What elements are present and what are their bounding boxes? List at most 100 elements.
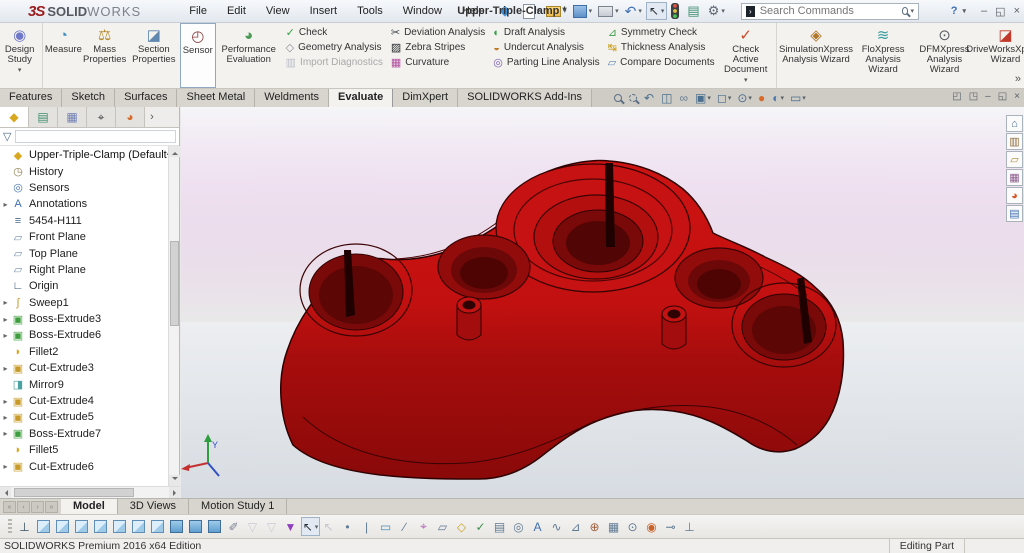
view-right-icon[interactable]: [92, 517, 111, 536]
tree-item-cut-extrude3[interactable]: ▸ ▣ Cut-Extrude3: [0, 360, 168, 376]
filter-faces-icon[interactable]: ▭: [377, 517, 396, 536]
save-icon[interactable]: ▾: [571, 4, 595, 19]
deviation-analysis-button[interactable]: ✂ Deviation Analysis: [391, 27, 485, 39]
tree-item-boss-extrude7[interactable]: ▸ ▣ Boss-Extrude7: [0, 426, 168, 442]
display-style-icon[interactable]: ◻ ▾: [717, 91, 731, 105]
rebuild-icon[interactable]: [669, 2, 683, 20]
view-trimetric-icon[interactable]: [187, 517, 206, 536]
expand-arrow-icon[interactable]: ▸: [0, 200, 11, 209]
motion-study-1-tab[interactable]: Motion Study 1: [189, 499, 288, 514]
tree-item-front-plane[interactable]: ▱ Front Plane: [0, 229, 168, 245]
update-standard-views-icon[interactable]: ⊥: [16, 517, 35, 536]
menu-insert[interactable]: Insert: [300, 2, 348, 20]
tree-vertical-scrollbar[interactable]: [168, 146, 180, 486]
thickness-analysis-button[interactable]: ↹ Thickness Analysis: [608, 42, 715, 54]
open-document-icon[interactable]: ▾: [544, 5, 569, 18]
last-tab-icon[interactable]: »: [45, 500, 58, 513]
tree-item-sweep1[interactable]: ▸ ∫ Sweep1: [0, 295, 168, 311]
compare-documents-button[interactable]: ▱ Compare Documents: [608, 57, 715, 69]
expand-arrow-icon[interactable]: ▸: [0, 429, 11, 438]
filter-blocks-icon[interactable]: ▦: [605, 517, 624, 536]
view-normal-to-icon[interactable]: [149, 517, 168, 536]
ribbon-overflow-button[interactable]: »: [1015, 73, 1021, 85]
expand-arrow-icon[interactable]: ▸: [0, 413, 11, 422]
tree-item-cut-extrude6[interactable]: ▸ ▣ Cut-Extrude6: [0, 458, 168, 474]
view-isometric-icon[interactable]: [168, 517, 187, 536]
view-orientation-icon[interactable]: ▣ ▾: [695, 91, 711, 105]
zebra-stripes-button[interactable]: ▨ Zebra Stripes: [391, 42, 485, 54]
minimize-button[interactable]: –: [981, 5, 987, 18]
tree-item-annotations[interactable]: ▸ A Annotations: [0, 196, 168, 212]
scroll-left-icon[interactable]: [0, 487, 11, 498]
doc-pane-left-icon[interactable]: ◰: [952, 91, 961, 102]
filter-coordinate-systems-icon[interactable]: ⊥: [681, 517, 700, 536]
configurationmanager-tab[interactable]: ▦: [58, 107, 87, 127]
tab-evaluate[interactable]: Evaluate: [329, 89, 394, 107]
simulationxpress-wizard-button[interactable]: ◈ SimulationXpress Analysis Wizard: [779, 23, 854, 88]
custom-properties-icon[interactable]: ▤: [1006, 205, 1023, 222]
panel-tabs-overflow-button[interactable]: ›: [145, 107, 159, 127]
3d-views-tab[interactable]: 3D Views: [118, 499, 190, 514]
design-study-button[interactable]: ◉ Design Study ▾: [0, 23, 44, 88]
lasso-select-icon[interactable]: ↖: [320, 517, 339, 536]
filter-planes-icon[interactable]: ▱: [434, 517, 453, 536]
view-settings-icon[interactable]: ▭ ▾: [790, 91, 806, 105]
options-icon[interactable]: ⚙ ▾: [706, 2, 727, 20]
performance-evaluation-button[interactable]: ◕ Performance Evaluation: [216, 23, 282, 88]
expand-arrow-icon[interactable]: ▸: [0, 315, 11, 324]
select-tool-icon[interactable]: ↖ ▾: [645, 2, 668, 20]
mass-properties-button[interactable]: ⚖ Mass Properties: [81, 23, 128, 88]
view-palette-icon[interactable]: ▦: [1006, 169, 1023, 186]
doc-minimize-icon[interactable]: –: [985, 91, 991, 102]
model-canvas[interactable]: Y: [181, 107, 1024, 498]
view-dimetric-icon[interactable]: [206, 517, 225, 536]
expand-arrow-icon[interactable]: ▸: [0, 331, 11, 340]
undercut-analysis-button[interactable]: ◒ Undercut Analysis: [493, 42, 599, 54]
view-top-icon[interactable]: [111, 517, 130, 536]
pin-toolbar-icon[interactable]: [498, 5, 511, 17]
tab-solidworks-add-ins[interactable]: SOLIDWORKS Add-Ins: [458, 89, 593, 107]
filter-weld-symbols-icon[interactable]: ⊿: [567, 517, 586, 536]
appearances-icon[interactable]: ◕: [1006, 187, 1023, 204]
filter-balloons-icon[interactable]: ◎: [510, 517, 529, 536]
filter-notes-icon[interactable]: ▤: [491, 517, 510, 536]
check-button[interactable]: ✓ Check: [286, 27, 383, 39]
help-button[interactable]: ?: [951, 5, 958, 17]
tree-horizontal-scrollbar[interactable]: [0, 486, 180, 498]
tree-item-mirror9[interactable]: ◨ Mirror9: [0, 376, 168, 392]
file-properties-icon[interactable]: ▤: [685, 2, 703, 20]
design-library-icon[interactable]: ▥: [1006, 133, 1023, 150]
prev-tab-icon[interactable]: ‹: [17, 500, 30, 513]
filter-midpoints-icon[interactable]: |: [358, 517, 377, 536]
tree-item-history[interactable]: ◷ History: [0, 163, 168, 179]
help-dropdown-caret-icon[interactable]: ▾: [962, 7, 966, 15]
expand-arrow-icon[interactable]: ▸: [0, 298, 11, 307]
search-dropdown-caret-icon[interactable]: ▾: [910, 7, 914, 15]
menu-help[interactable]: Help: [452, 2, 495, 20]
filter-annotations-icon[interactable]: A: [529, 517, 548, 536]
filter-routing-points-icon[interactable]: ⊸: [662, 517, 681, 536]
tree-item-boss-extrude6[interactable]: ▸ ▣ Boss-Extrude6: [0, 327, 168, 343]
previous-view-icon[interactable]: ↶: [644, 91, 655, 105]
tree-item-material-5454-H111[interactable]: ≡ 5454-H111: [0, 213, 168, 229]
tab-features[interactable]: Features: [0, 89, 63, 107]
tree-item-cut-extrude5[interactable]: ▸ ▣ Cut-Extrude5: [0, 409, 168, 425]
view-back-icon[interactable]: [54, 517, 73, 536]
select-arrow-icon[interactable]: ↖ ▾: [301, 517, 320, 536]
doc-pane-right-icon[interactable]: ◳: [969, 91, 978, 102]
import-diagnostics-button[interactable]: ▥ Import Diagnostics: [286, 57, 383, 69]
section-properties-button[interactable]: ◪ Section Properties: [128, 23, 180, 88]
toolbar-grip[interactable]: [8, 518, 12, 535]
scrollbar-thumb[interactable]: [14, 488, 134, 497]
tree-root-part[interactable]: ◆ Upper-Triple-Clamp (Default<<Defau: [0, 147, 168, 163]
restore-button[interactable]: ◱: [995, 5, 1005, 18]
print-icon[interactable]: ▾: [596, 5, 621, 18]
tree-item-fillet5[interactable]: ◗ Fillet5: [0, 442, 168, 458]
apply-scene-icon[interactable]: ◐ ▾: [772, 91, 784, 105]
expand-arrow-icon[interactable]: ▸: [0, 364, 11, 373]
tree-item-origin[interactable]: ∟ Origin: [0, 278, 168, 294]
tab-dimxpert[interactable]: DimXpert: [393, 89, 459, 107]
tab-sketch[interactable]: Sketch: [62, 89, 116, 107]
first-tab-icon[interactable]: «: [3, 500, 16, 513]
tab-weldments[interactable]: Weldments: [255, 89, 330, 107]
